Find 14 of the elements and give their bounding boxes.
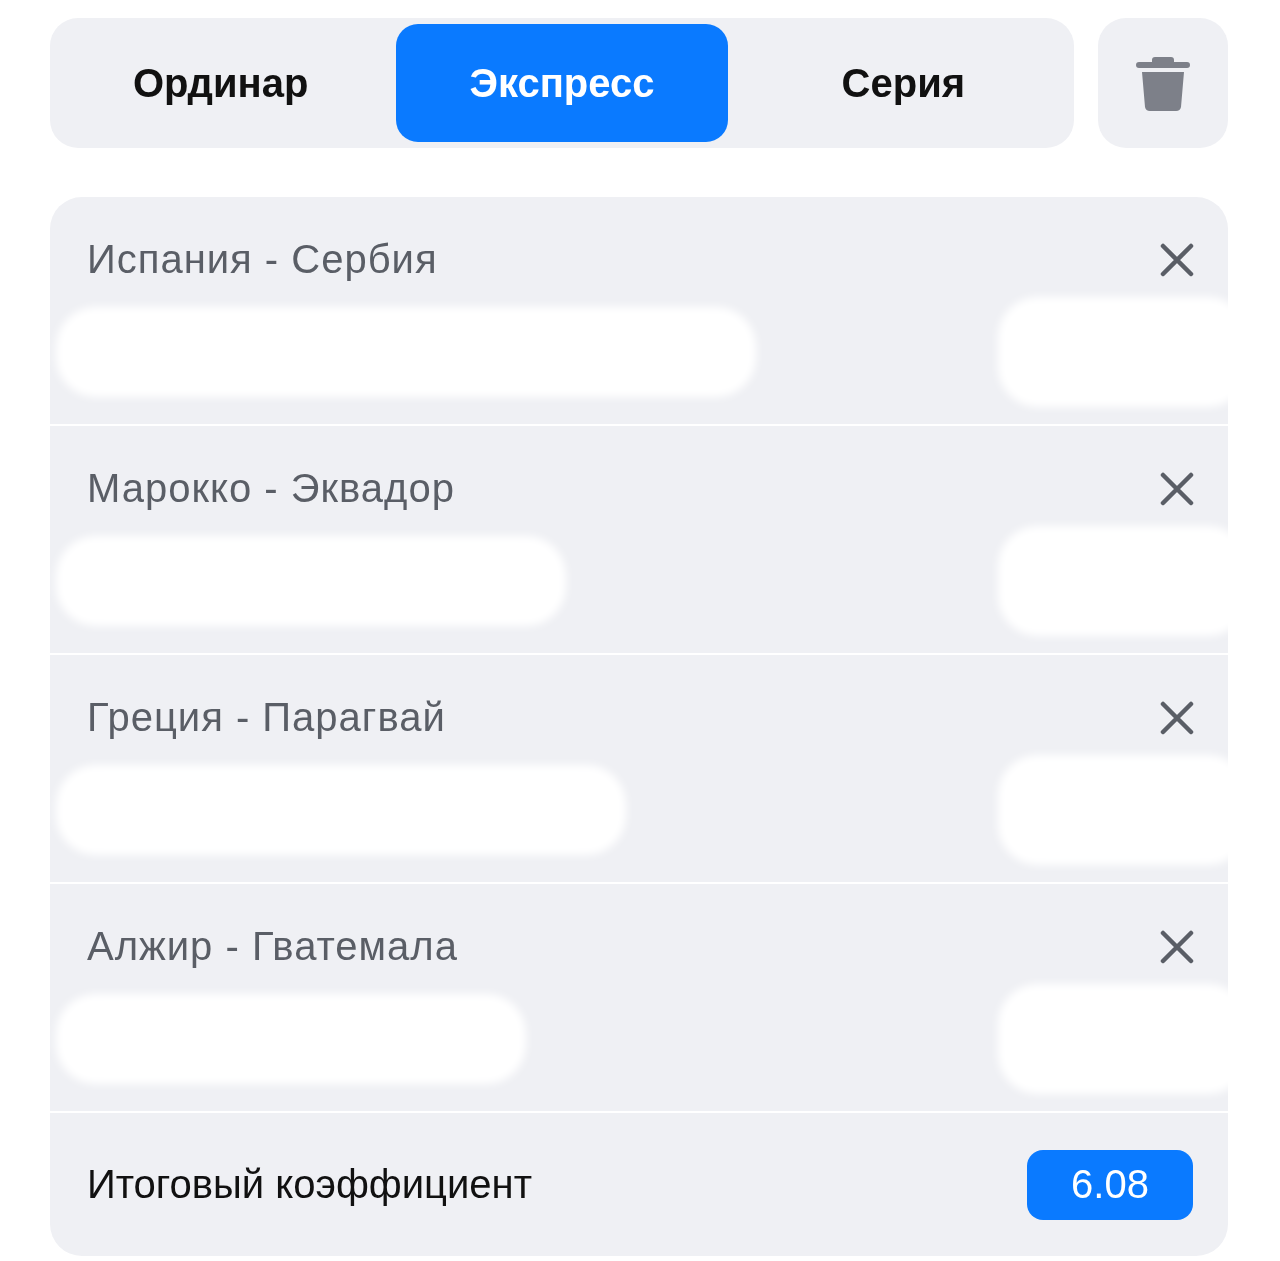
bet-type-tab[interactable]: Экспресс	[396, 24, 728, 142]
total-label: Итоговый коэффициент	[87, 1162, 532, 1207]
bet-type-tab[interactable]: Ординар	[54, 24, 387, 142]
total-odds-badge: 6.08	[1027, 1149, 1193, 1220]
close-icon[interactable]	[1160, 929, 1194, 964]
close-icon[interactable]	[1160, 700, 1194, 735]
match-title: Испания - Сербия	[87, 237, 438, 282]
clear-button[interactable]	[1098, 18, 1228, 148]
match-title: Греция - Парагвай	[87, 695, 446, 740]
match-title: Алжир - Гватемала	[87, 924, 458, 969]
bet-type-tab[interactable]: Серия	[737, 24, 1070, 142]
match-title: Марокко - Эквадор	[87, 466, 455, 511]
close-icon[interactable]	[1160, 471, 1194, 506]
close-icon[interactable]	[1160, 242, 1194, 277]
